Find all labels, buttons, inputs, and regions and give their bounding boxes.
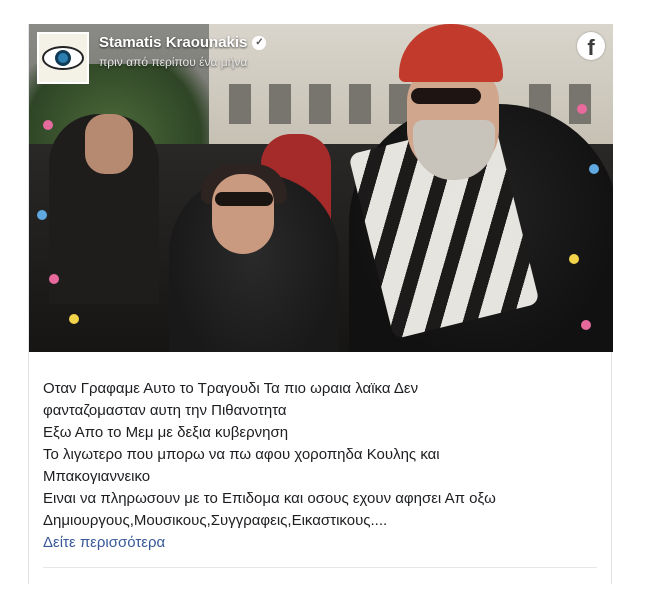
post-timestamp[interactable]: πριν από περίπου ένα μήνα	[99, 55, 266, 69]
post-header: Stamatis Kraounakis ✓ πριν από περίπου έ…	[37, 32, 267, 84]
post-body: Οταν Γραφαμε Αυτο το Τραγουδι Τα πιο ωρα…	[43, 378, 603, 554]
author-name[interactable]: Stamatis Kraounakis	[99, 34, 247, 51]
eye-icon	[42, 46, 84, 70]
post-text-line: Εξω Απο το Μεμ με δεξια κυβερνηση	[43, 424, 289, 441]
post-video-thumbnail[interactable]: Stamatis Kraounakis ✓ πριν από περίπου έ…	[29, 24, 613, 352]
post-text-line: Μπακογιαννεικο	[43, 468, 151, 485]
avatar[interactable]	[37, 32, 89, 84]
see-more-link[interactable]: Δείτε περισσότερα	[43, 532, 603, 554]
post-text-line: Δημιουργους,Μουσικους,Συγγραφεις,Εικαστι…	[43, 512, 388, 529]
post-card: Stamatis Kraounakis ✓ πριν από περίπου έ…	[28, 24, 613, 584]
post-text-line: φανταζομασταν αυτη την Πιθανοτητα	[43, 402, 287, 419]
verified-check-icon: ✓	[252, 35, 267, 50]
post-text-line: Το λιγωτερο που μπορω να πω αφου χοροπηδ…	[43, 446, 440, 463]
post-text-line: Οταν Γραφαμε Αυτο το Τραγουδι Τα πιο ωρα…	[43, 380, 419, 397]
divider	[43, 567, 597, 568]
post-text-line: Ειναι να πληρωσουν με το Επιδομα και οσο…	[43, 490, 496, 507]
facebook-icon[interactable]: f	[577, 32, 605, 60]
